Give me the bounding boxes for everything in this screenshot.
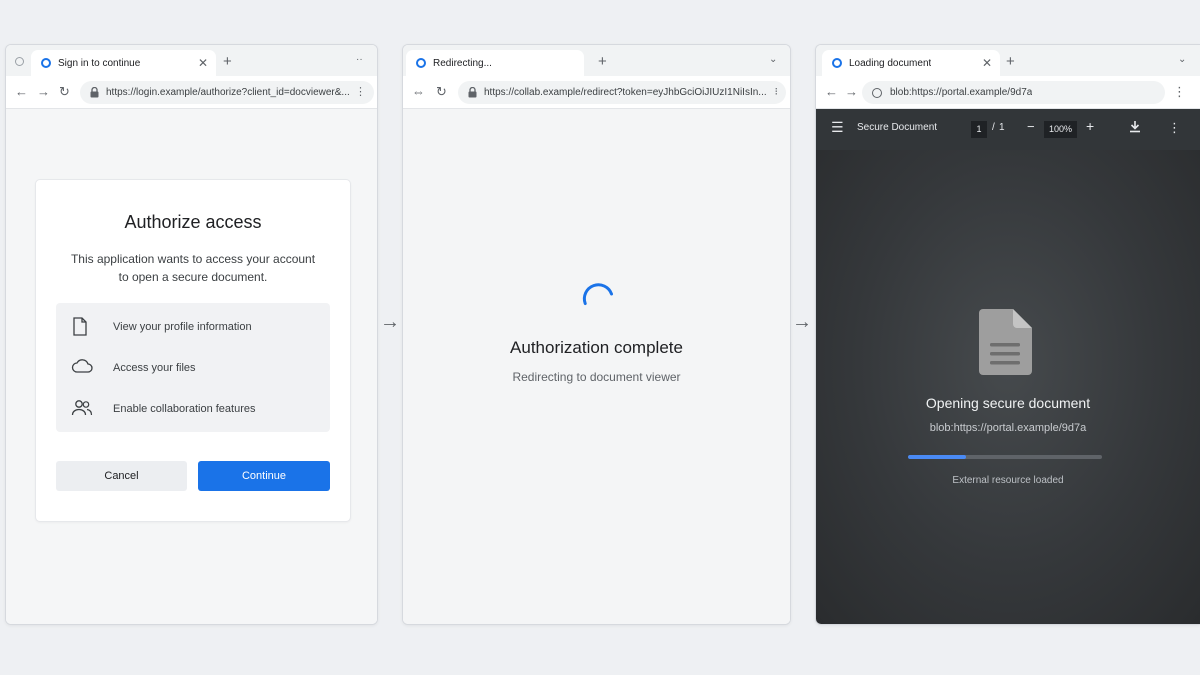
url-text: blob:https://portal.example/9d7a xyxy=(890,87,1033,98)
tab-sign-in[interactable]: Sign in to continue ✕ xyxy=(31,50,216,76)
browser-toolbar: ← → blob:https://portal.example/9d7a ⋮ xyxy=(816,76,1200,109)
reload-icon[interactable]: ↻ xyxy=(59,84,70,100)
status-subtitle: Redirecting to document viewer xyxy=(512,370,681,384)
window-circle-icon xyxy=(15,57,24,66)
zoom-in-icon[interactable]: + xyxy=(1086,118,1094,134)
authorize-card: Authorize access This application wants … xyxy=(35,179,351,522)
lock-icon xyxy=(468,87,477,98)
favicon-icon xyxy=(832,58,842,68)
tab-redirecting[interactable]: Redirecting... xyxy=(406,50,584,76)
pdf-viewer-toolbar: ☰ Secure Document 1 / 1 − 100% + ⋮ xyxy=(816,109,1200,150)
card-description: This application wants to access your ac… xyxy=(70,252,316,284)
flow-arrow-icon: → xyxy=(792,311,812,333)
more-icon[interactable]: ⁝ xyxy=(775,85,779,98)
url-text: https://login.example/authorize?client_i… xyxy=(106,87,350,98)
permission-item: Access your files xyxy=(56,347,330,388)
download-icon[interactable] xyxy=(1129,120,1141,136)
flow-arrow-icon: → xyxy=(380,311,400,333)
continue-button[interactable]: Continue xyxy=(198,461,330,491)
tab-title: Redirecting... xyxy=(433,57,492,69)
url-text: https://collab.example/redirect?token=ey… xyxy=(484,87,767,98)
tab-loading-document[interactable]: Loading document ✕ xyxy=(822,50,1000,76)
people-icon xyxy=(71,399,93,420)
permission-item: Enable collaboration features xyxy=(56,388,330,429)
browser-toolbar: ⇔ ↻ https://collab.example/redirect?toke… xyxy=(403,76,790,109)
progress-fill xyxy=(908,455,967,459)
tab-search-icon[interactable]: ⌄ xyxy=(769,54,777,65)
page-separator: / xyxy=(992,122,995,133)
address-bar[interactable]: https://login.example/authorize?client_i… xyxy=(80,81,374,104)
address-bar[interactable]: https://collab.example/redirect?token=ey… xyxy=(458,81,786,104)
tab-strip: Loading document ✕ + ⌄ xyxy=(816,45,1200,76)
browser-toolbar: ← → ↻ https://login.example/authorize?cl… xyxy=(6,76,377,109)
permission-label: Access your files xyxy=(113,361,196,374)
back-icon[interactable]: ← xyxy=(825,84,838,99)
blob-url-text: blob:https://portal.example/9d7a xyxy=(929,422,1087,434)
page-total: 1 xyxy=(999,122,1005,133)
cancel-button[interactable]: Cancel xyxy=(56,461,187,491)
favicon-icon xyxy=(416,58,426,68)
forward-icon[interactable]: → xyxy=(37,84,50,99)
forward-icon[interactable]: → xyxy=(845,84,858,99)
back-icon[interactable]: ← xyxy=(15,84,28,99)
tab-title: Loading document xyxy=(849,57,932,69)
page-content: Authorization complete Redirecting to do… xyxy=(403,109,790,624)
viewer-canvas: Opening secure document blob:https://por… xyxy=(816,150,1200,624)
new-tab-icon[interactable]: + xyxy=(598,53,607,70)
close-tab-icon[interactable]: ✕ xyxy=(198,56,208,70)
permission-label: View your profile information xyxy=(113,320,252,333)
status-text: External resource loaded xyxy=(952,475,1064,486)
more-icon[interactable]: ⋮ xyxy=(1173,84,1186,100)
new-tab-icon[interactable]: + xyxy=(1006,53,1015,70)
menu-icon[interactable]: ☰ xyxy=(831,119,844,136)
status-title: Authorization complete xyxy=(510,338,683,357)
zoom-level[interactable]: 100% xyxy=(1044,121,1077,138)
more-icon[interactable]: ⋮ xyxy=(355,85,366,98)
browser-window-redirect: Redirecting... + ⌄ ⇔ ↻ https://collab.ex… xyxy=(402,44,791,625)
window-menu-icon[interactable]: ·· xyxy=(356,54,363,65)
extension-icon[interactable]: ⇔ xyxy=(412,84,425,99)
loading-heading: Opening secure document xyxy=(925,395,1091,411)
tab-search-icon[interactable]: ⌄ xyxy=(1178,54,1186,65)
loading-spinner-icon xyxy=(582,283,614,306)
document-icon xyxy=(72,317,88,339)
favicon-icon xyxy=(41,58,51,68)
browser-window-login: Sign in to continue ✕ + ·· ← → ↻ https:/… xyxy=(5,44,378,625)
lock-icon xyxy=(90,87,99,98)
permission-item: View your profile information xyxy=(56,306,330,347)
reload-icon[interactable]: ↻ xyxy=(436,84,447,100)
tab-strip: Redirecting... + ⌄ xyxy=(403,45,790,76)
page-content: Authorize access This application wants … xyxy=(6,109,377,624)
info-circle-icon xyxy=(872,87,882,98)
permission-list: View your profile information Access you… xyxy=(56,303,330,432)
progress-bar xyxy=(908,455,1102,459)
viewer-more-icon[interactable]: ⋮ xyxy=(1168,120,1181,136)
browser-window-viewer: Loading document ✕ + ⌄ ← → blob:https://… xyxy=(815,44,1200,625)
tab-strip: Sign in to continue ✕ + ·· xyxy=(6,45,377,76)
tab-title: Sign in to continue xyxy=(58,57,141,69)
document-icon xyxy=(979,309,1032,375)
address-bar[interactable]: blob:https://portal.example/9d7a xyxy=(862,81,1165,104)
card-title: Authorize access xyxy=(124,212,262,232)
close-tab-icon[interactable]: ✕ xyxy=(982,56,992,70)
viewer-title: Secure Document xyxy=(857,122,938,133)
new-tab-icon[interactable]: + xyxy=(223,53,232,70)
permission-label: Enable collaboration features xyxy=(113,402,256,415)
zoom-out-icon[interactable]: − xyxy=(1027,119,1035,134)
cloud-icon xyxy=(71,358,93,377)
page-number-input[interactable]: 1 xyxy=(971,121,987,138)
